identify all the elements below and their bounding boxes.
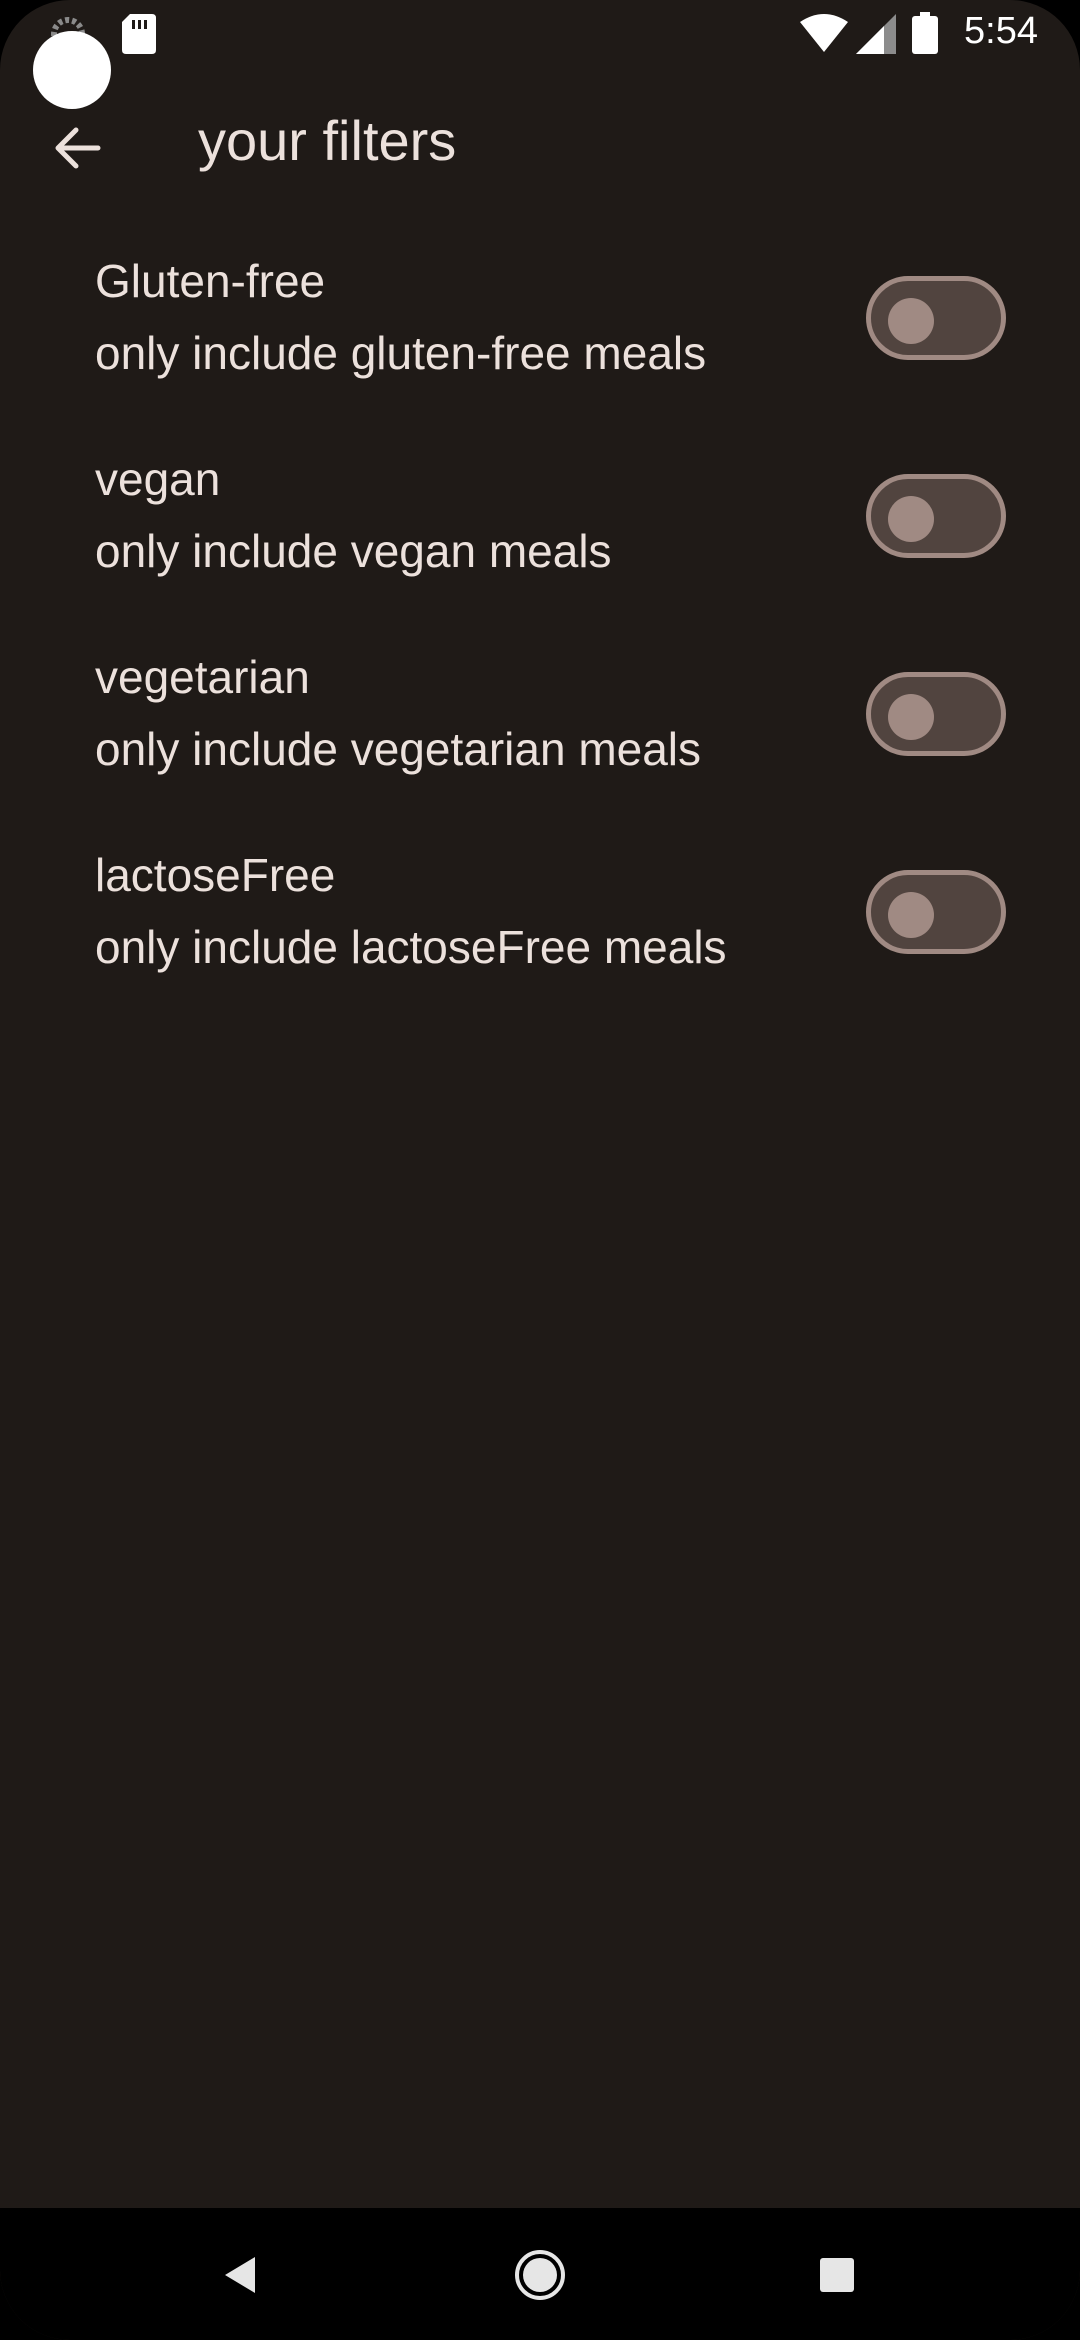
filter-subtitle: only include lactoseFree meals bbox=[95, 921, 727, 973]
home-circle-icon bbox=[515, 2250, 565, 2300]
switch-thumb bbox=[888, 892, 934, 938]
filter-row-vegetarian[interactable]: vegetarian only include vegetarian meals bbox=[0, 636, 1080, 834]
filter-title: vegan bbox=[95, 453, 221, 505]
nav-recents-button[interactable] bbox=[792, 2230, 882, 2320]
status-bar: 5:54 bbox=[0, 0, 1080, 109]
vegan-switch[interactable] bbox=[866, 474, 1006, 558]
filter-row-vegan[interactable]: vegan only include vegan meals bbox=[0, 438, 1080, 636]
back-triangle-icon bbox=[225, 2257, 255, 2293]
sd-card-icon bbox=[122, 14, 156, 54]
battery-icon bbox=[912, 12, 938, 54]
vegetarian-switch[interactable] bbox=[866, 672, 1006, 756]
switch-thumb bbox=[888, 298, 934, 344]
gluten-free-switch[interactable] bbox=[866, 276, 1006, 360]
back-button[interactable] bbox=[40, 112, 112, 184]
lactose-free-switch[interactable] bbox=[866, 870, 1006, 954]
nav-bar bbox=[0, 2208, 1080, 2340]
nav-back-button[interactable] bbox=[196, 2230, 286, 2320]
recents-square-icon bbox=[820, 2258, 854, 2292]
filter-row-lactose-free[interactable]: lactoseFree only include lactoseFree mea… bbox=[0, 834, 1080, 1032]
filter-row-gluten-free[interactable]: Gluten-free only include gluten-free mea… bbox=[0, 240, 1080, 438]
filter-subtitle: only include vegetarian meals bbox=[95, 723, 702, 775]
filter-subtitle: only include vegan meals bbox=[95, 525, 612, 577]
page-title: your filters bbox=[198, 109, 457, 172]
screen: 5:54 your filters Gluten-free only inclu… bbox=[0, 0, 1080, 2340]
app-bar: your filters bbox=[0, 90, 1080, 200]
arrow-left-icon bbox=[55, 127, 101, 169]
filter-title: Gluten-free bbox=[95, 255, 326, 307]
switch-thumb bbox=[888, 694, 934, 740]
filter-subtitle: only include gluten-free meals bbox=[95, 327, 707, 379]
nav-home-button[interactable] bbox=[495, 2230, 585, 2320]
filter-title: lactoseFree bbox=[95, 849, 336, 901]
status-time: 5:54 bbox=[964, 10, 1038, 52]
switch-thumb bbox=[888, 496, 934, 542]
cell-signal-icon bbox=[856, 14, 896, 54]
wifi-icon bbox=[800, 14, 848, 52]
filter-list: Gluten-free only include gluten-free mea… bbox=[0, 240, 1080, 1032]
filter-title: vegetarian bbox=[95, 651, 310, 703]
